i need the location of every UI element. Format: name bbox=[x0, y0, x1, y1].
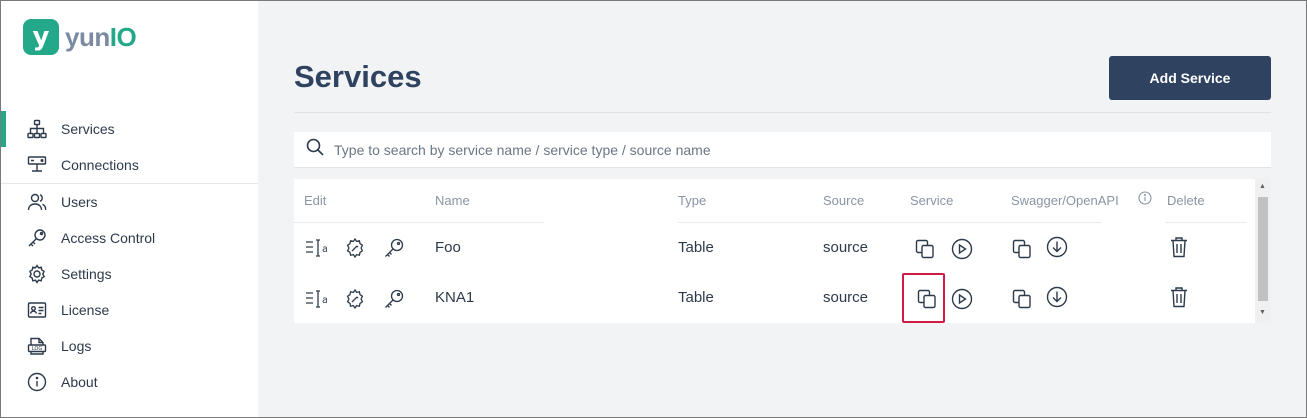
sidebar-item-access-control[interactable]: Access Control bbox=[1, 220, 258, 256]
sidebar-item-label: Logs bbox=[61, 338, 92, 354]
sidebar-item-users[interactable]: Users bbox=[1, 184, 258, 220]
svg-text:a: a bbox=[322, 295, 327, 306]
key-icon[interactable] bbox=[382, 287, 406, 311]
play-icon[interactable] bbox=[950, 287, 974, 311]
service-source: source bbox=[823, 239, 869, 256]
sidebar-item-settings[interactable]: Settings bbox=[1, 256, 258, 292]
logo[interactable]: y yunIO bbox=[23, 19, 137, 55]
svg-text:a: a bbox=[322, 244, 327, 255]
sidebar-item-label: Users bbox=[61, 194, 98, 210]
play-icon[interactable] bbox=[950, 237, 974, 261]
server-icon bbox=[26, 154, 48, 176]
trash-icon[interactable] bbox=[1167, 235, 1191, 259]
sidebar-item-logs[interactable]: LOG Logs bbox=[1, 328, 258, 364]
column-header-swagger: Swagger/OpenAPI bbox=[1011, 193, 1119, 208]
scroll-down-icon[interactable]: ▼ bbox=[1259, 309, 1266, 316]
sidebar-item-services[interactable]: Services bbox=[1, 111, 258, 147]
page-title: Services bbox=[294, 59, 422, 94]
column-header-edit: Edit bbox=[304, 193, 327, 208]
copy-icon[interactable] bbox=[913, 237, 937, 261]
sitemap-icon bbox=[26, 118, 48, 140]
copy-swagger-icon[interactable] bbox=[1010, 237, 1034, 261]
info-icon bbox=[26, 371, 48, 393]
sidebar-item-about[interactable]: About bbox=[1, 364, 258, 400]
sidebar-item-label: Settings bbox=[61, 266, 112, 282]
logo-mark: y bbox=[23, 19, 59, 55]
info-icon[interactable] bbox=[1136, 189, 1154, 207]
users-icon bbox=[26, 191, 48, 213]
scroll-up-icon[interactable]: ▲ bbox=[1259, 183, 1266, 190]
trash-icon[interactable] bbox=[1167, 285, 1191, 309]
add-service-button[interactable]: Add Service bbox=[1109, 56, 1271, 100]
edit-text-icon[interactable]: a bbox=[304, 287, 328, 311]
service-type: Table bbox=[678, 239, 714, 256]
sidebar-item-license[interactable]: License bbox=[1, 292, 258, 328]
column-header-type[interactable]: Type bbox=[678, 193, 706, 208]
logo-text: yunIO bbox=[65, 21, 137, 52]
key-icon bbox=[26, 227, 48, 249]
header-divider bbox=[678, 222, 1101, 223]
title-divider bbox=[294, 112, 1271, 113]
table-scrollbar[interactable]: ▲ ▼ bbox=[1255, 179, 1271, 323]
service-name: KNA1 bbox=[435, 289, 475, 306]
copy-swagger-icon[interactable] bbox=[1010, 287, 1034, 311]
sidebar: y yunIO Services Connections Users Acces… bbox=[1, 1, 258, 417]
edit-text-icon[interactable]: a bbox=[304, 236, 328, 260]
gear-edit-icon[interactable] bbox=[343, 287, 367, 311]
service-type: Table bbox=[678, 289, 714, 306]
id-card-icon bbox=[26, 299, 48, 321]
gear-edit-icon[interactable] bbox=[343, 236, 367, 260]
download-icon[interactable] bbox=[1045, 285, 1069, 309]
key-icon[interactable] bbox=[382, 236, 406, 260]
column-header-source[interactable]: Source bbox=[823, 193, 864, 208]
column-header-name[interactable]: Name bbox=[435, 193, 470, 208]
sidebar-item-connections[interactable]: Connections bbox=[1, 147, 258, 183]
column-header-service: Service bbox=[910, 193, 954, 208]
svg-text:LOG: LOG bbox=[32, 346, 43, 352]
sidebar-item-label: Access Control bbox=[61, 230, 156, 246]
scroll-thumb[interactable] bbox=[1258, 197, 1268, 301]
sidebar-item-label: Connections bbox=[61, 157, 139, 173]
header-divider bbox=[294, 222, 544, 223]
sidebar-item-label: Services bbox=[61, 121, 115, 137]
search-input[interactable] bbox=[334, 141, 1234, 158]
log-icon: LOG bbox=[26, 335, 48, 357]
sidebar-nav: Services Connections Users Access Contro… bbox=[1, 111, 258, 400]
service-source: source bbox=[823, 289, 869, 306]
search-icon bbox=[306, 138, 324, 161]
service-name: Foo bbox=[435, 239, 461, 256]
services-table: Edit Name Type Source Service Swagger/Op… bbox=[294, 179, 1271, 323]
gear-icon bbox=[26, 263, 48, 285]
download-icon[interactable] bbox=[1045, 235, 1069, 259]
search-bar bbox=[294, 132, 1271, 168]
sidebar-item-label: About bbox=[61, 374, 98, 390]
sidebar-item-label: License bbox=[61, 302, 110, 318]
column-header-delete: Delete bbox=[1167, 193, 1205, 208]
highlight-box bbox=[902, 273, 945, 323]
header-divider bbox=[1165, 222, 1247, 223]
